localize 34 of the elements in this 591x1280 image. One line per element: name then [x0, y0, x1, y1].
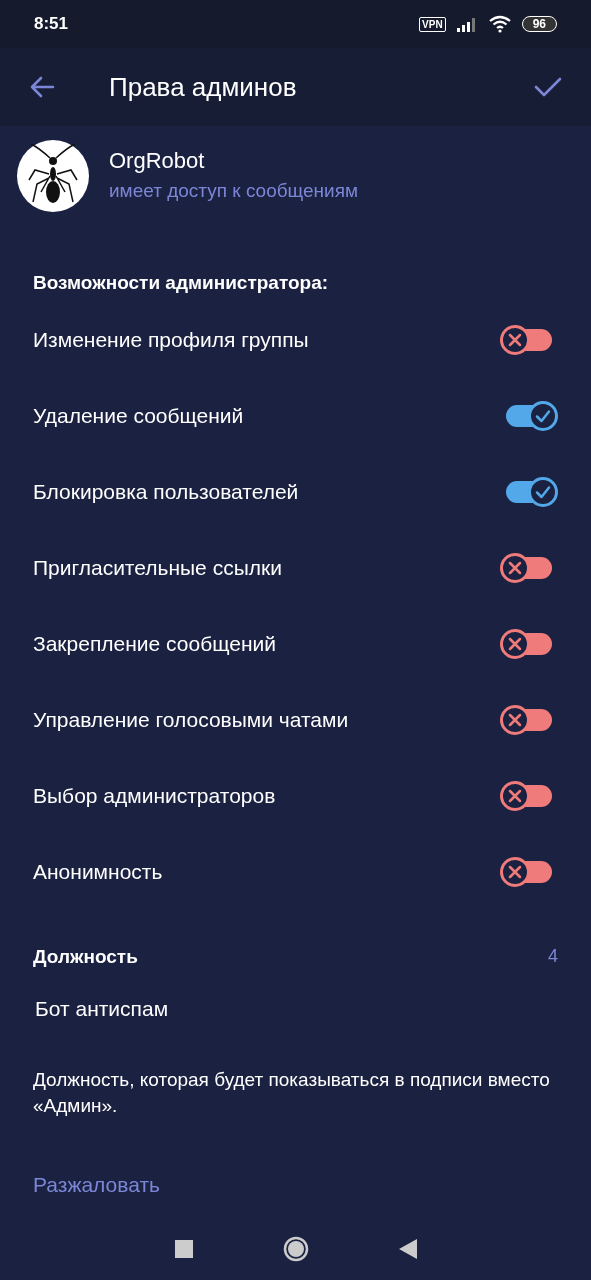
back-nav-icon[interactable] — [398, 1239, 417, 1259]
permission-label: Управление голосовыми чатами — [33, 706, 349, 733]
home-icon[interactable] — [282, 1236, 309, 1262]
bot-status: имеет доступ к сообщениям — [109, 179, 359, 203]
permission-label: Изменение профиля группы — [33, 326, 309, 353]
dismiss-admin-button[interactable]: Разжаловать — [33, 1168, 160, 1200]
avatar-ant-icon — [17, 140, 89, 212]
character-counter: 4 — [548, 945, 558, 969]
rank-input-field[interactable]: Бот антиспам — [35, 993, 535, 1025]
permission-label: Пригласительные ссылки — [33, 554, 282, 581]
cross-icon — [508, 864, 522, 879]
check-icon — [535, 407, 551, 424]
cross-icon — [508, 332, 522, 347]
battery-indicator: 96 — [521, 16, 557, 32]
permission-label: Удаление сообщений — [33, 402, 244, 429]
wifi-icon — [487, 15, 512, 33]
permission-label: Анонимность — [33, 858, 163, 885]
cross-icon — [508, 636, 522, 651]
cross-icon — [508, 560, 522, 575]
permission-label: Закрепление сообщений — [33, 630, 276, 657]
bot-name: OrgRobot — [109, 147, 206, 175]
signal-icon — [455, 16, 478, 32]
section-heading: Возможности администратора: — [33, 272, 329, 293]
status-time: 8:51 — [34, 13, 69, 36]
screen-title: Права админов — [109, 70, 297, 104]
check-icon — [535, 483, 551, 500]
vpn-indicator: VPN — [419, 16, 446, 32]
recent-apps-icon[interactable] — [174, 1240, 193, 1258]
permission-label: Выбор администраторов — [33, 782, 276, 809]
permission-label: Блокировка пользователей — [33, 478, 299, 505]
cross-icon — [508, 712, 522, 727]
section-heading: Должность — [33, 944, 138, 969]
cross-icon — [508, 788, 522, 803]
rank-hint: Должность, которая будет показываться в подписи вместо «Админ». — [32, 1067, 551, 1118]
